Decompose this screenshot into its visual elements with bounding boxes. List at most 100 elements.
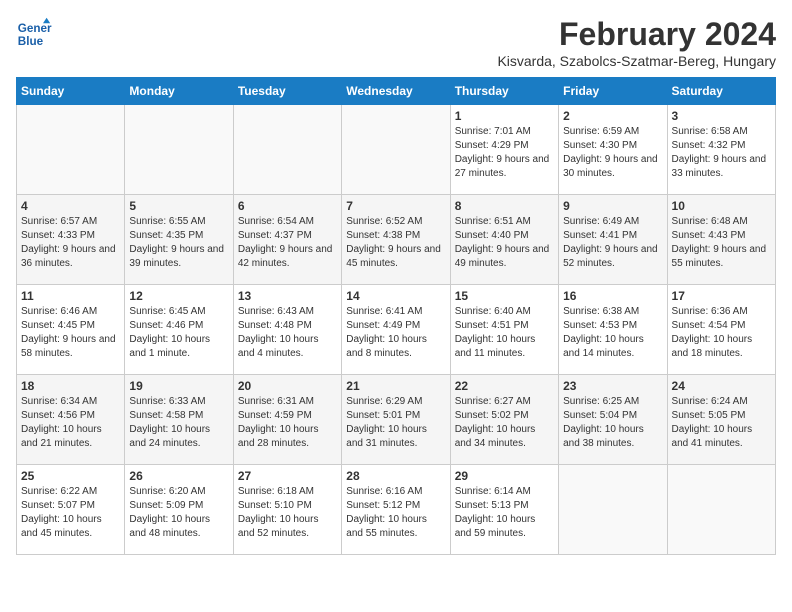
day-number: 20 <box>238 379 337 393</box>
calendar-cell: 6 Sunrise: 6:54 AM Sunset: 4:37 PM Daylig… <box>233 195 341 285</box>
calendar-cell <box>667 465 775 555</box>
calendar-week-row: 18 Sunrise: 6:34 AM Sunset: 4:56 PM Dayli… <box>17 375 776 465</box>
day-info: Sunrise: 6:25 AM Sunset: 5:04 PM Dayligh… <box>563 395 662 451</box>
day-number: 4 <box>21 199 120 213</box>
day-number: 23 <box>563 379 662 393</box>
calendar-cell: 7Sunrise: 6:52 AM Sunset: 4:38 PM Daylig… <box>342 195 450 285</box>
calendar-cell <box>559 465 667 555</box>
day-info: Sunrise: 6:36 AM Sunset: 4:54 PM Dayligh… <box>672 305 771 361</box>
calendar-body: 1Sunrise: 7:01 AM Sunset: 4:29 PM Daylig… <box>17 105 776 555</box>
day-info: Sunrise: 6:58 AM Sunset: 4:32 PM Dayligh… <box>672 125 771 181</box>
calendar-cell: 4 Sunrise: 6:57 AM Sunset: 4:33 PM Daylig… <box>17 195 125 285</box>
calendar-week-row: 25 Sunrise: 6:22 AM Sunset: 5:07 PM Dayli… <box>17 465 776 555</box>
day-number: 27 <box>238 469 337 483</box>
day-number: 15 <box>455 289 554 303</box>
day-info: Sunrise: 6:52 AM Sunset: 4:38 PM Dayligh… <box>346 215 445 271</box>
dow-header: Monday <box>125 78 233 105</box>
day-info: Sunrise: 7:01 AM Sunset: 4:29 PM Dayligh… <box>455 125 554 181</box>
calendar-cell: 19Sunrise: 6:33 AM Sunset: 4:58 PM Dayli… <box>125 375 233 465</box>
calendar-cell: 20 Sunrise: 6:31 AM Sunset: 4:59 PM Dayli… <box>233 375 341 465</box>
calendar-table: SundayMondayTuesdayWednesdayThursdayFrid… <box>16 77 776 555</box>
day-info: Sunrise: 6:54 AM Sunset: 4:37 PM Dayligh… <box>238 215 337 271</box>
day-number: 3 <box>672 109 771 123</box>
day-info: Sunrise: 6:34 AM Sunset: 4:56 PM Dayligh… <box>21 395 120 451</box>
day-info: Sunrise: 6:20 AM Sunset: 5:09 PM Dayligh… <box>129 485 228 541</box>
day-number: 17 <box>672 289 771 303</box>
title-area: February 2024 Kisvarda, Szabolcs-Szatmar… <box>497 16 776 69</box>
day-number: 14 <box>346 289 445 303</box>
day-info: Sunrise: 6:41 AM Sunset: 4:49 PM Dayligh… <box>346 305 445 361</box>
header: General Blue February 2024 Kisvarda, Sza… <box>16 16 776 69</box>
day-number: 19 <box>129 379 228 393</box>
day-info: Sunrise: 6:43 AM Sunset: 4:48 PM Dayligh… <box>238 305 337 361</box>
day-info: Sunrise: 6:46 AM Sunset: 4:45 PM Dayligh… <box>21 305 120 361</box>
day-info: Sunrise: 6:27 AM Sunset: 5:02 PM Dayligh… <box>455 395 554 451</box>
calendar-cell: 25 Sunrise: 6:22 AM Sunset: 5:07 PM Dayli… <box>17 465 125 555</box>
day-number: 5 <box>129 199 228 213</box>
calendar-cell: 28 Sunrise: 6:16 AM Sunset: 5:12 PM Dayli… <box>342 465 450 555</box>
month-title: February 2024 <box>497 16 776 53</box>
logo-icon: General Blue <box>16 16 52 52</box>
day-info: Sunrise: 6:40 AM Sunset: 4:51 PM Dayligh… <box>455 305 554 361</box>
day-info: Sunrise: 6:18 AM Sunset: 5:10 PM Dayligh… <box>238 485 337 541</box>
calendar-cell: 10Sunrise: 6:48 AM Sunset: 4:43 PM Dayli… <box>667 195 775 285</box>
calendar-cell: 27 Sunrise: 6:18 AM Sunset: 5:10 PM Dayli… <box>233 465 341 555</box>
day-number: 18 <box>21 379 120 393</box>
day-number: 6 <box>238 199 337 213</box>
day-number: 25 <box>21 469 120 483</box>
day-number: 29 <box>455 469 554 483</box>
calendar-cell: 5 Sunrise: 6:55 AM Sunset: 4:35 PM Daylig… <box>125 195 233 285</box>
day-info: Sunrise: 6:45 AM Sunset: 4:46 PM Dayligh… <box>129 305 228 361</box>
calendar-cell: 14 Sunrise: 6:41 AM Sunset: 4:49 PM Dayli… <box>342 285 450 375</box>
day-info: Sunrise: 6:49 AM Sunset: 4:41 PM Dayligh… <box>563 215 662 271</box>
dow-header: Saturday <box>667 78 775 105</box>
dow-header: Thursday <box>450 78 558 105</box>
svg-text:General: General <box>18 22 52 35</box>
day-number: 11 <box>21 289 120 303</box>
day-info: Sunrise: 6:14 AM Sunset: 5:13 PM Dayligh… <box>455 485 554 541</box>
calendar-cell: 22 Sunrise: 6:27 AM Sunset: 5:02 PM Dayli… <box>450 375 558 465</box>
calendar-cell: 11 Sunrise: 6:46 AM Sunset: 4:45 PM Dayli… <box>17 285 125 375</box>
day-number: 13 <box>238 289 337 303</box>
calendar-cell: 24Sunrise: 6:24 AM Sunset: 5:05 PM Dayli… <box>667 375 775 465</box>
day-info: Sunrise: 6:29 AM Sunset: 5:01 PM Dayligh… <box>346 395 445 451</box>
days-of-week-row: SundayMondayTuesdayWednesdayThursdayFrid… <box>17 78 776 105</box>
calendar-cell: 26 Sunrise: 6:20 AM Sunset: 5:09 PM Dayli… <box>125 465 233 555</box>
day-number: 24 <box>672 379 771 393</box>
day-number: 28 <box>346 469 445 483</box>
dow-header: Wednesday <box>342 78 450 105</box>
calendar-cell: 12Sunrise: 6:45 AM Sunset: 4:46 PM Dayli… <box>125 285 233 375</box>
day-number: 9 <box>563 199 662 213</box>
dow-header: Tuesday <box>233 78 341 105</box>
calendar-cell <box>342 105 450 195</box>
calendar-cell: 23 Sunrise: 6:25 AM Sunset: 5:04 PM Dayli… <box>559 375 667 465</box>
day-number: 21 <box>346 379 445 393</box>
day-number: 8 <box>455 199 554 213</box>
calendar-cell: 8 Sunrise: 6:51 AM Sunset: 4:40 PM Daylig… <box>450 195 558 285</box>
day-number: 26 <box>129 469 228 483</box>
calendar-cell: 17 Sunrise: 6:36 AM Sunset: 4:54 PM Dayli… <box>667 285 775 375</box>
day-info: Sunrise: 6:38 AM Sunset: 4:53 PM Dayligh… <box>563 305 662 361</box>
calendar-cell: 9 Sunrise: 6:49 AM Sunset: 4:41 PM Daylig… <box>559 195 667 285</box>
calendar-cell: 3 Sunrise: 6:58 AM Sunset: 4:32 PM Daylig… <box>667 105 775 195</box>
dow-header: Sunday <box>17 78 125 105</box>
calendar-cell: 13 Sunrise: 6:43 AM Sunset: 4:48 PM Dayli… <box>233 285 341 375</box>
location-title: Kisvarda, Szabolcs-Szatmar-Bereg, Hungar… <box>497 53 776 69</box>
calendar-cell <box>17 105 125 195</box>
calendar-week-row: 1Sunrise: 7:01 AM Sunset: 4:29 PM Daylig… <box>17 105 776 195</box>
day-info: Sunrise: 6:16 AM Sunset: 5:12 PM Dayligh… <box>346 485 445 541</box>
day-info: Sunrise: 6:57 AM Sunset: 4:33 PM Dayligh… <box>21 215 120 271</box>
calendar-cell: 18 Sunrise: 6:34 AM Sunset: 4:56 PM Dayli… <box>17 375 125 465</box>
calendar-week-row: 11 Sunrise: 6:46 AM Sunset: 4:45 PM Dayli… <box>17 285 776 375</box>
day-info: Sunrise: 6:51 AM Sunset: 4:40 PM Dayligh… <box>455 215 554 271</box>
day-number: 2 <box>563 109 662 123</box>
day-number: 22 <box>455 379 554 393</box>
calendar-week-row: 4 Sunrise: 6:57 AM Sunset: 4:33 PM Daylig… <box>17 195 776 285</box>
day-info: Sunrise: 6:22 AM Sunset: 5:07 PM Dayligh… <box>21 485 120 541</box>
day-info: Sunrise: 6:31 AM Sunset: 4:59 PM Dayligh… <box>238 395 337 451</box>
day-info: Sunrise: 6:59 AM Sunset: 4:30 PM Dayligh… <box>563 125 662 181</box>
calendar-cell: 2 Sunrise: 6:59 AM Sunset: 4:30 PM Daylig… <box>559 105 667 195</box>
calendar-cell <box>233 105 341 195</box>
day-info: Sunrise: 6:55 AM Sunset: 4:35 PM Dayligh… <box>129 215 228 271</box>
day-number: 16 <box>563 289 662 303</box>
